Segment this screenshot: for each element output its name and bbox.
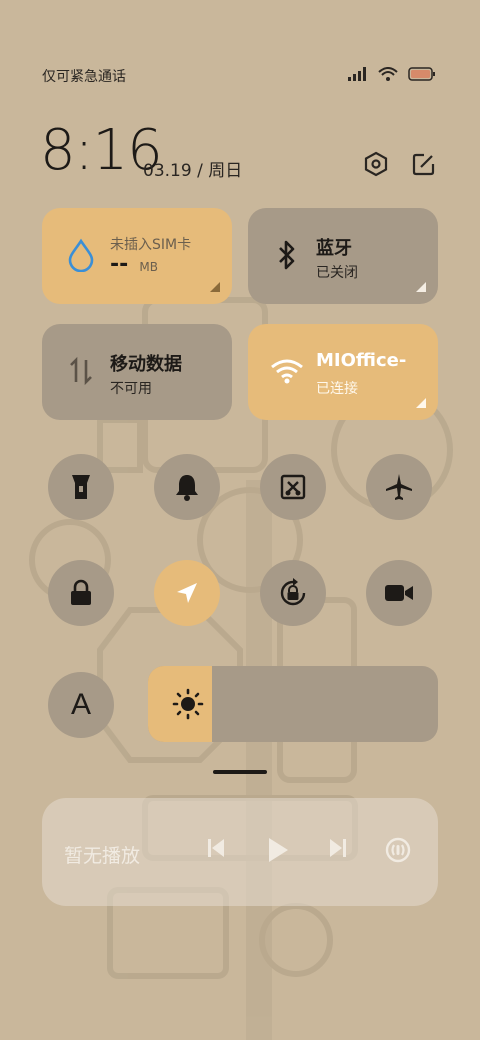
mobile-data-status: 不可用 (110, 381, 152, 397)
screenshot-toggle[interactable] (260, 454, 326, 520)
location-arrow-icon (177, 583, 197, 603)
video-camera-icon (385, 585, 413, 601)
bluetooth-label: 蓝牙 (316, 238, 352, 259)
brightness-slider[interactable] (148, 666, 438, 742)
airplane-icon (386, 474, 412, 500)
play-icon (269, 838, 288, 862)
mobile-data-tile[interactable]: 移动数据 不可用 (42, 324, 232, 420)
expand-corner-icon (210, 282, 220, 292)
lock-toggle[interactable] (48, 560, 114, 626)
location-toggle[interactable] (154, 560, 220, 626)
bluetooth-tile[interactable]: 蓝牙 已关闭 (248, 208, 438, 304)
mobile-data-label: 移动数据 (110, 354, 182, 375)
rotation-lock-toggle[interactable] (260, 560, 326, 626)
hexagon-settings-icon[interactable] (362, 150, 390, 178)
sim-status-label: 未插入SIM卡 (110, 237, 192, 253)
data-usage-value: -- (110, 252, 129, 277)
rotation-lock-icon (280, 578, 306, 606)
expand-corner-icon (416, 282, 426, 292)
font-a-icon: A (70, 688, 91, 721)
drag-handle[interactable] (213, 770, 267, 774)
skip-next-icon (330, 839, 346, 857)
data-usage-tile[interactable]: 未插入SIM卡 -- MB (42, 208, 232, 304)
wifi-icon (270, 354, 304, 388)
sun-icon (172, 688, 204, 720)
play-button[interactable] (266, 836, 290, 864)
signal-icon (348, 66, 368, 85)
audio-output-icon (385, 837, 411, 863)
screenshot-scissors-icon (280, 474, 306, 500)
expand-corner-icon (416, 398, 426, 408)
bluetooth-status: 已关闭 (316, 265, 358, 281)
font-size-toggle[interactable]: A (48, 672, 114, 738)
carrier-status-text: 仅可紧急通话 (42, 69, 126, 85)
flashlight-toggle[interactable] (48, 454, 114, 520)
lock-icon (71, 579, 91, 605)
skip-previous-icon (208, 839, 224, 857)
next-track-button[interactable] (328, 836, 348, 860)
water-drop-icon (64, 238, 98, 272)
data-arrows-icon (64, 354, 98, 388)
airplane-toggle[interactable] (366, 454, 432, 520)
previous-track-button[interactable] (206, 836, 226, 860)
date-text: 03.19 / 周日 (143, 161, 243, 181)
bell-icon (176, 475, 198, 501)
wifi-tile[interactable]: MIOffice- 已连接 (248, 324, 438, 420)
flashlight-icon (72, 475, 90, 499)
battery-icon (408, 66, 436, 85)
wifi-network-name: MIOffice- (316, 350, 407, 371)
audio-output-button[interactable] (384, 836, 412, 864)
wifi-icon (378, 66, 398, 85)
bluetooth-icon (270, 238, 304, 272)
screen-record-toggle[interactable] (366, 560, 432, 626)
bell-toggle[interactable] (154, 454, 220, 520)
edit-icon[interactable] (410, 150, 438, 178)
data-usage-unit: MB (139, 260, 158, 274)
media-status-label: 暂无播放 (64, 845, 141, 867)
media-player-card: 暂无播放 (42, 798, 438, 906)
status-icons (348, 66, 436, 85)
wifi-status: 已连接 (316, 381, 358, 397)
